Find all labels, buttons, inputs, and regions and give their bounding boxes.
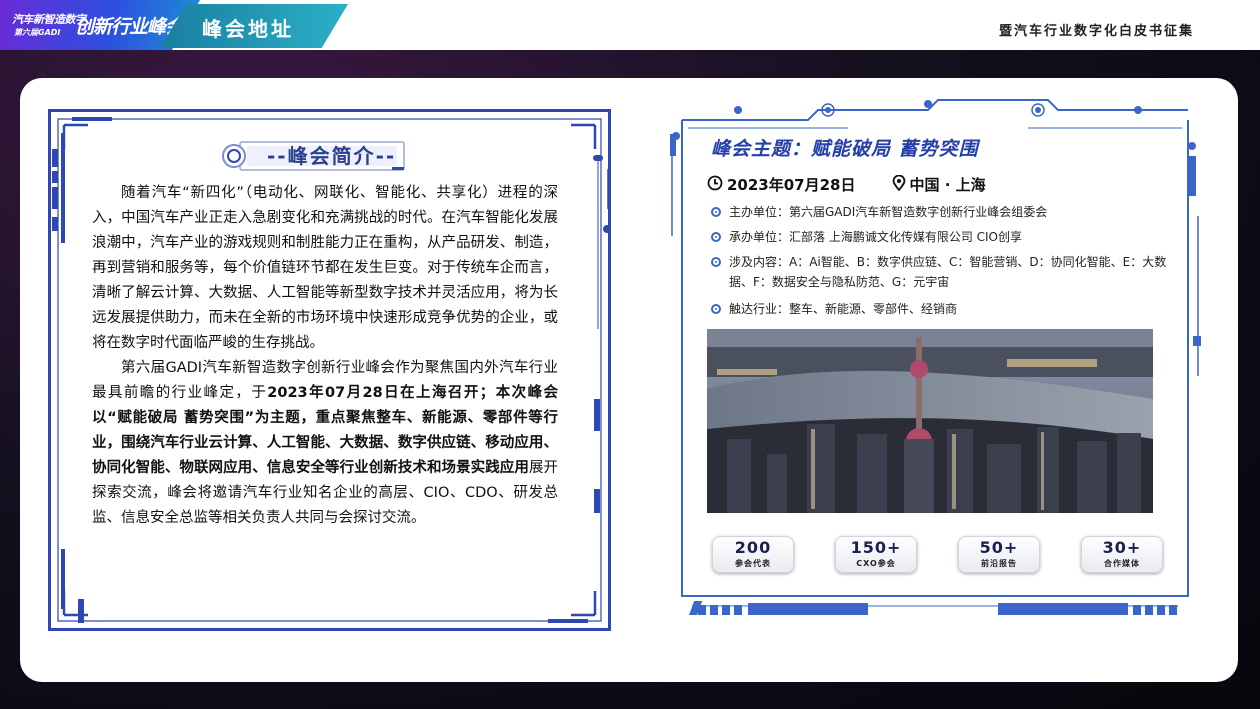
info-organizer-text: 主办单位：第六届GADI汽车新智造数字创新行业峰会组委会 (729, 205, 1048, 219)
stat-reports-num: 50+ (979, 538, 1019, 557)
summit-date-item: 2023年07月28日 (707, 174, 856, 195)
stat-cxo-label: CXO参会 (856, 559, 896, 568)
info-industries: 触达行业：整车、新能源、零部件、经销商 (711, 299, 1171, 319)
shanghai-skyline-photo (707, 329, 1153, 513)
stat-cxo-num: 150+ (850, 538, 902, 557)
section-title: 峰会地址 (202, 17, 294, 41)
bullet-icon (711, 304, 721, 314)
bullet-icon (711, 207, 721, 217)
header-right-title: 暨汽车行业数字化白皮书征集 (998, 24, 1194, 39)
stat-media: 30+ 合作媒体 (1081, 536, 1163, 573)
bullet-icon (711, 257, 721, 267)
section-title-tab: 峰会地址 (160, 4, 348, 48)
info-host: 承办单位：汇部落 上海鹏诚文化传媒有限公司 CIO创享 (711, 227, 1171, 247)
intro-paragraph-2: 第六届GADI汽车新智造数字创新行业峰会作为聚焦国内外汽车行业最具前瞻的行业峰定… (92, 356, 558, 531)
clock-icon (707, 175, 723, 195)
stat-attendees-label: 参会代表 (735, 559, 771, 568)
stat-cxo: 150+ CXO参会 (835, 536, 917, 573)
info-industries-text: 触达行业：整车、新能源、零部件、经销商 (729, 302, 958, 316)
info-topics: 涉及内容：A：Ai智能、B：数字供应链、C：智能营销、D：协同化智能、E：大数据… (711, 252, 1171, 292)
info-organizer: 主办单位：第六届GADI汽车新智造数字创新行业峰会组委会 (711, 202, 1171, 222)
stat-media-num: 30+ (1102, 538, 1142, 557)
summit-location-item: 中国 · 上海 (892, 174, 986, 195)
stat-attendees-num: 200 (734, 538, 772, 557)
summit-date: 2023年07月28日 (727, 176, 856, 194)
summit-theme: 峰会主题：赋能破局 蓄势突围 (711, 138, 979, 160)
location-pin-icon (892, 174, 906, 195)
intro-body: 随着汽车“新四化”（电动化、网联化、智能化、共享化）进程的深入，中国汽车产业正走… (92, 181, 558, 531)
stat-media-label: 合作媒体 (1104, 559, 1140, 568)
logo-title: 创新行业峰会 (75, 16, 184, 38)
summit-meta-row: 2023年07月28日 中国 · 上海 (707, 174, 986, 195)
intro-paragraph-1: 随着汽车“新四化”（电动化、网联化、智能化、共享化）进程的深入，中国汽车产业正走… (92, 185, 558, 351)
stat-attendees: 200 参会代表 (712, 536, 794, 573)
logo-line2: 第六届GADI (14, 28, 61, 37)
bullet-icon (711, 232, 721, 242)
summit-location: 中国 · 上海 (909, 176, 986, 194)
intro-title: --峰会简介-- (267, 144, 397, 168)
stat-reports: 50+ 前沿报告 (958, 536, 1040, 573)
stat-reports-label: 前沿报告 (981, 559, 1017, 568)
info-topics-text: 涉及内容：A：Ai智能、B：数字供应链、C：智能营销、D：协同化智能、E：大数据… (729, 255, 1167, 289)
info-host-text: 承办单位：汇部落 上海鹏诚文化传媒有限公司 CIO创享 (729, 230, 1022, 244)
